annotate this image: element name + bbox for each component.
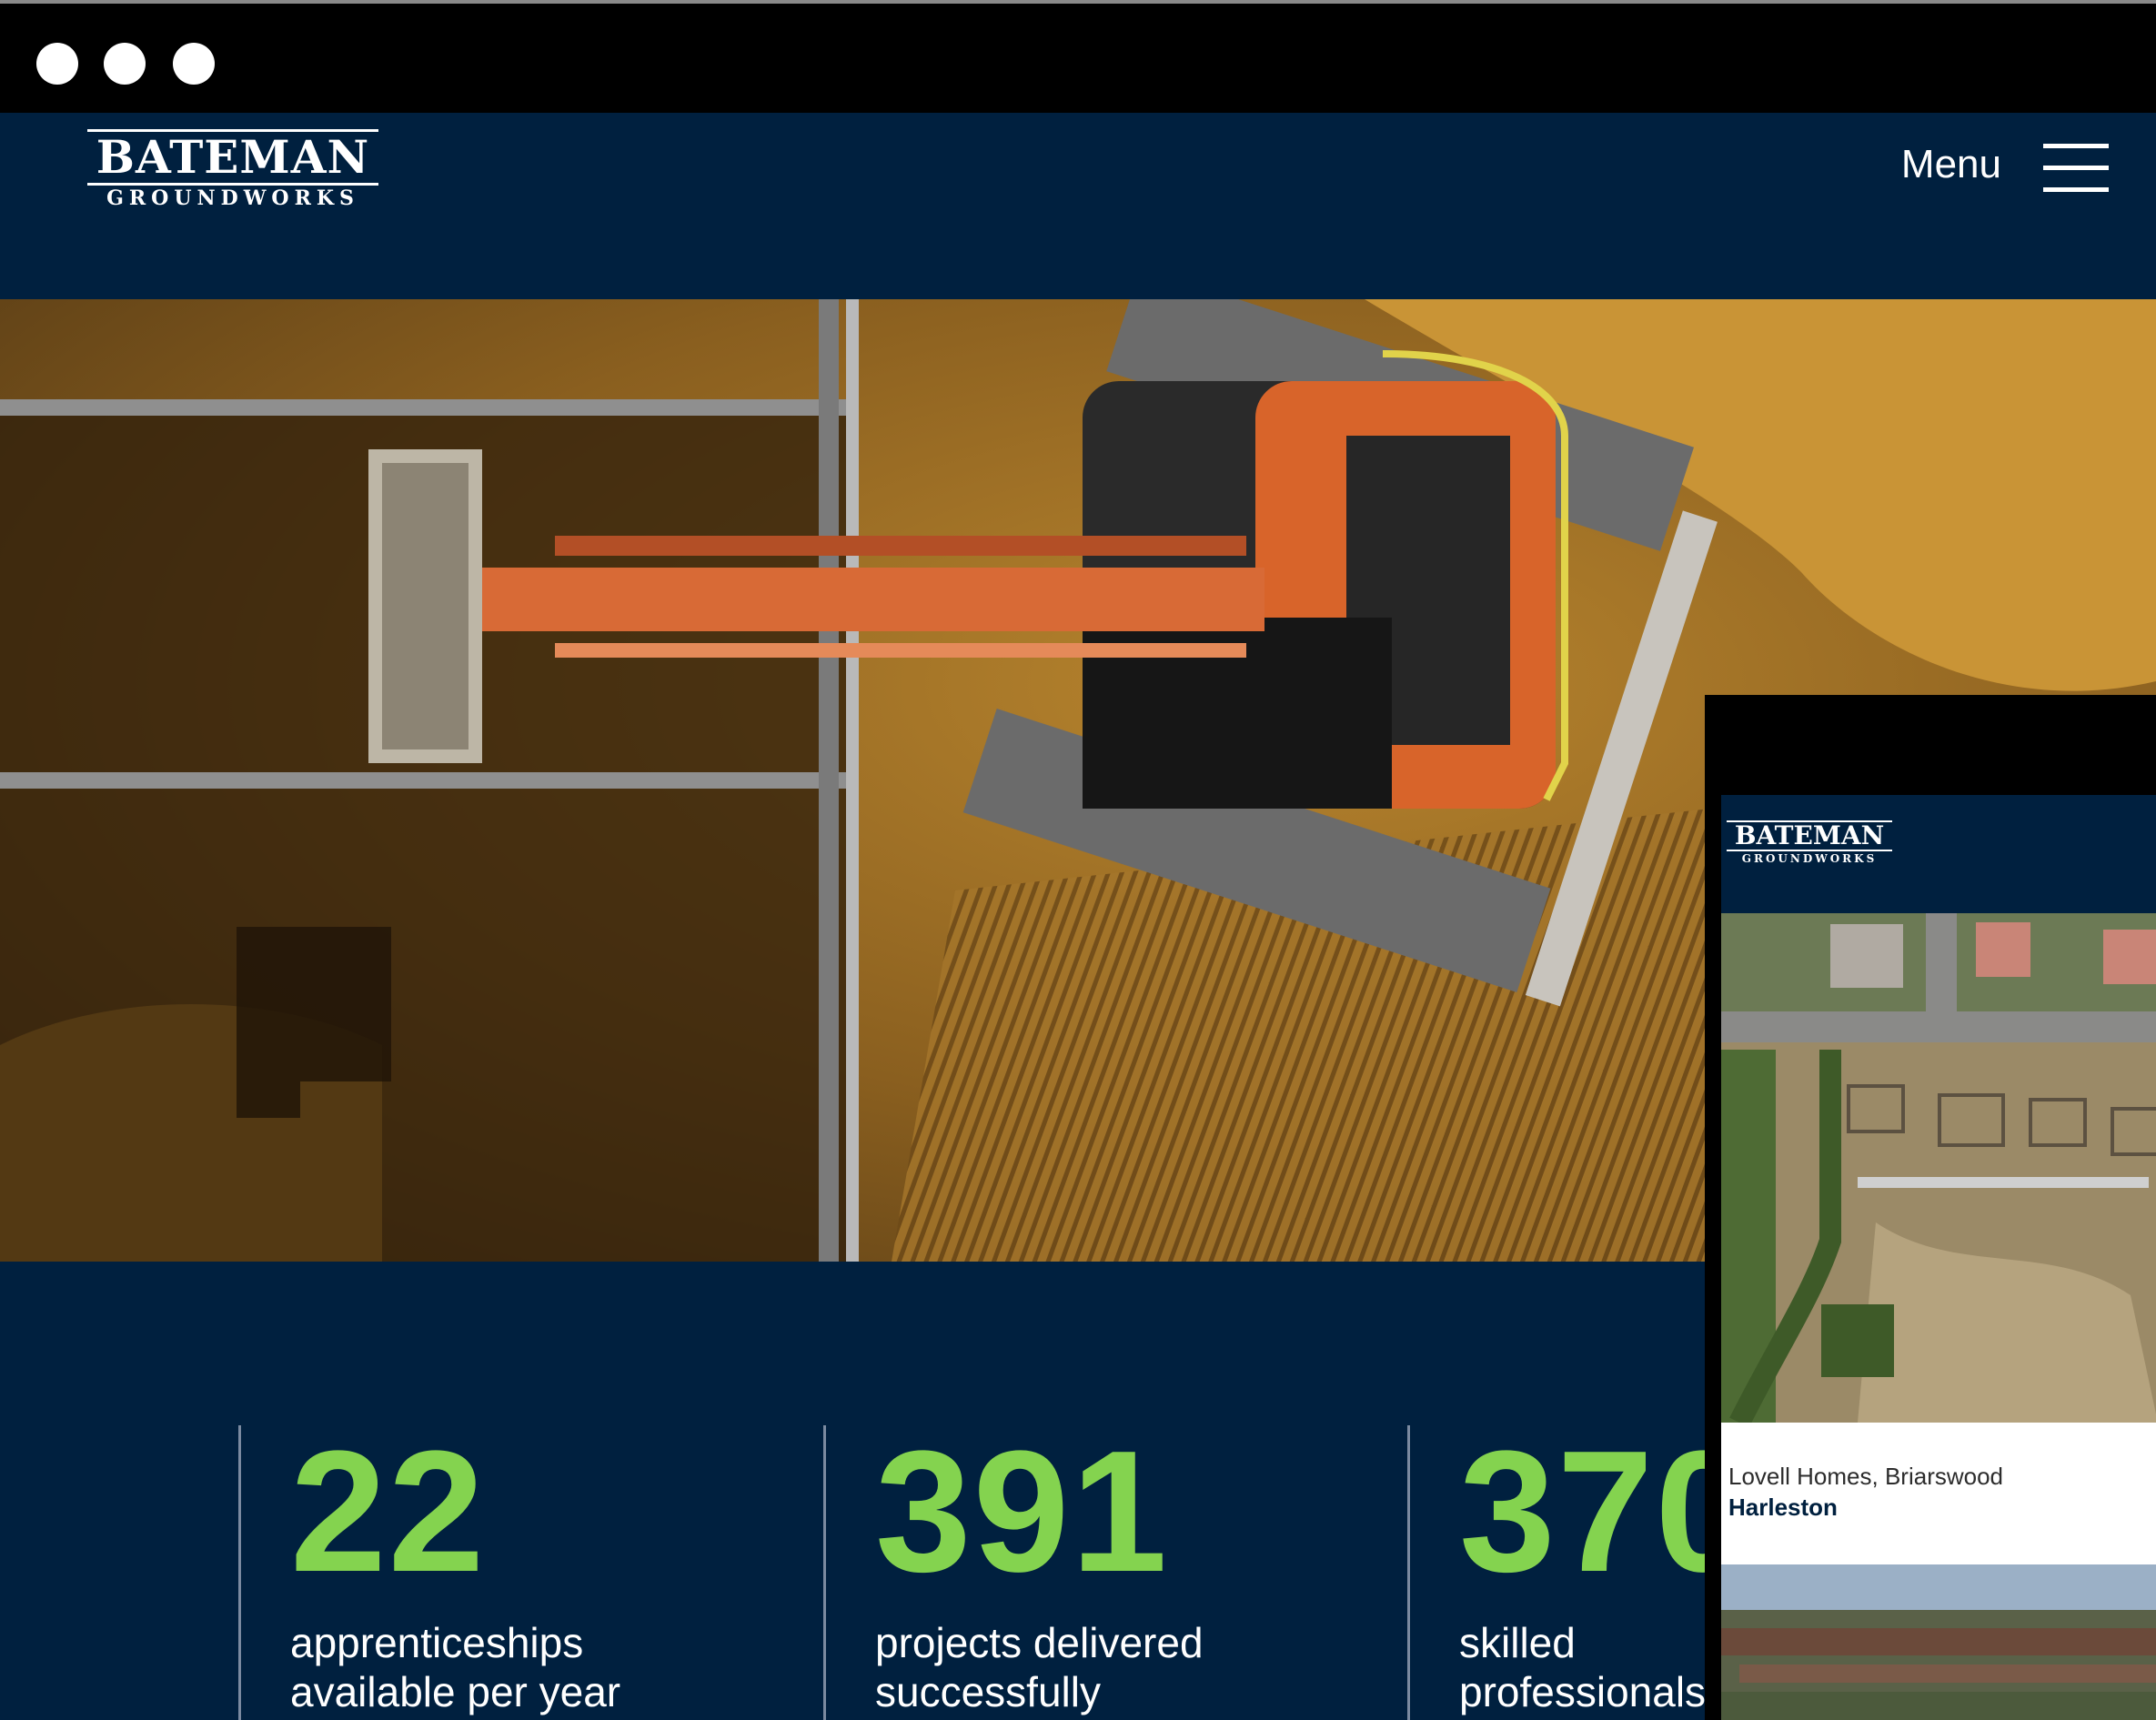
- stat-number: 391: [875, 1415, 1170, 1608]
- mobile-site-logo[interactable]: BATEMAN GROUNDWORKS: [1727, 820, 1892, 866]
- stat-label: projects delivered successfully: [875, 1619, 1204, 1715]
- window-minimize-dot[interactable]: [104, 43, 146, 85]
- hamburger-menu-icon[interactable]: [2043, 144, 2109, 193]
- site-logo[interactable]: BATEMAN GROUNDWORKS: [87, 129, 378, 211]
- mobile-logo-sub-text: GROUNDWORKS: [1741, 852, 1878, 865]
- logo-sub-text: GROUNDWORKS: [106, 186, 359, 210]
- stat-apprenticeships: 22 apprenticeships available per year: [238, 1425, 654, 1720]
- mobile-screen: BATEMAN GROUNDWORKS Lovell Homes, Briars…: [1721, 795, 2156, 1720]
- town-aerial-illustration: [1721, 1564, 2156, 1720]
- logo-main-text: BATEMAN: [87, 129, 378, 186]
- window-close-dot[interactable]: [36, 43, 78, 85]
- stat-label: apprenticeships available per year: [290, 1619, 621, 1715]
- stat-projects: 391 projects delivered successfully: [823, 1425, 1239, 1720]
- browser-chrome: [0, 0, 2156, 113]
- project-caption[interactable]: Lovell Homes, Briarswood Harleston: [1721, 1423, 2156, 1564]
- housing-site-aerial-illustration: [1721, 913, 2156, 1423]
- project-client-text: Lovell Homes, Briarswood: [1728, 1463, 2004, 1490]
- mobile-mockup: BATEMAN GROUNDWORKS Lovell Homes, Briars…: [1705, 695, 2156, 1720]
- project-aerial-image-secondary[interactable]: [1721, 1564, 2156, 1720]
- window-maximize-dot[interactable]: [173, 43, 215, 85]
- project-aerial-image[interactable]: [1721, 913, 2156, 1423]
- stat-number: 22: [290, 1415, 487, 1608]
- project-location-title: Harleston: [1728, 1494, 1838, 1521]
- menu-label[interactable]: Menu: [1901, 142, 2001, 187]
- mobile-logo-main-text: BATEMAN: [1727, 820, 1892, 851]
